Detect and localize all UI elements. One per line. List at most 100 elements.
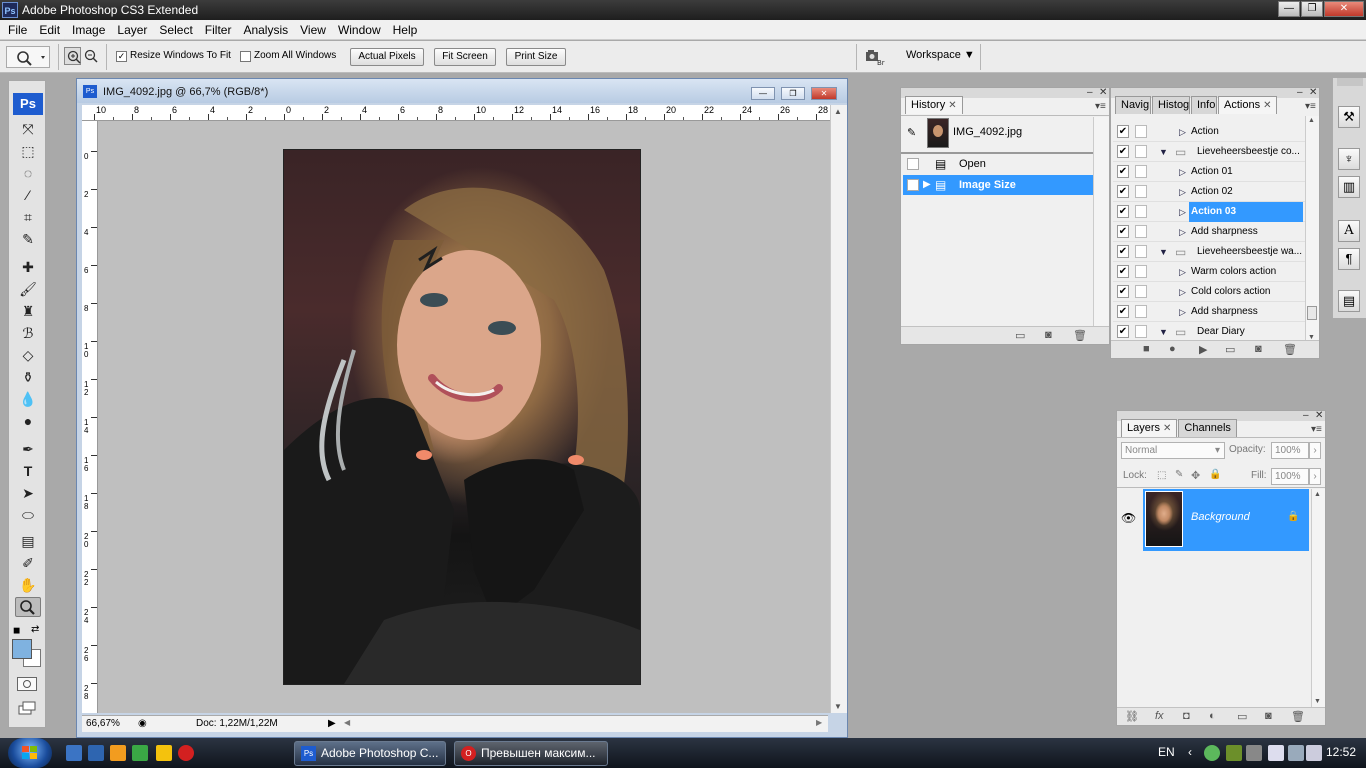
- brushes-icon[interactable]: ♆: [1338, 148, 1360, 170]
- slice-tool-icon[interactable]: ✎: [15, 229, 41, 249]
- history-slider-icon[interactable]: ▶: [923, 175, 931, 195]
- toggle-item-checkbox[interactable]: ✔: [1117, 245, 1129, 258]
- delete-action-icon[interactable]: 🗑: [1283, 343, 1297, 356]
- eyedropper-icon[interactable]: ✐: [15, 553, 41, 573]
- link-layers-icon[interactable]: ⛓: [1125, 710, 1139, 723]
- opacity-slider-arrow[interactable]: ›: [1309, 442, 1321, 459]
- taskbar-photoshop[interactable]: Ps Adobe Photoshop C...: [294, 741, 446, 766]
- delete-state-icon[interactable]: 🗑: [1073, 329, 1087, 342]
- toggle-dialog-checkbox[interactable]: [1135, 225, 1147, 238]
- marquee-tool-icon[interactable]: ⬚: [15, 141, 41, 161]
- tab-info[interactable]: Info: [1191, 96, 1217, 114]
- resize-windows-checkbox[interactable]: ✓: [116, 51, 127, 62]
- layer-mask-icon[interactable]: ◘: [1183, 710, 1190, 722]
- toggle-dialog-checkbox[interactable]: [1135, 245, 1147, 258]
- status-info-icon[interactable]: ◉: [138, 718, 147, 729]
- show-desktop-icon[interactable]: [66, 745, 82, 761]
- tab-layers[interactable]: Layers ✕: [1121, 419, 1178, 437]
- history-panel-close[interactable]: ✕: [1099, 87, 1107, 98]
- zoom-tool-icon[interactable]: [15, 597, 41, 617]
- quick-mask-icon[interactable]: [17, 677, 37, 691]
- clock-app-icon[interactable]: [156, 745, 172, 761]
- type-tool-icon[interactable]: T: [15, 461, 41, 481]
- new-group-icon[interactable]: ▭: [1237, 710, 1247, 723]
- actions-scrollbar[interactable]: ▲ ▼: [1305, 116, 1319, 342]
- action-row[interactable]: ✔ ▷ Warm colors action: [1113, 262, 1305, 282]
- close-tab-icon[interactable]: ✕: [1263, 100, 1271, 111]
- media-player-icon[interactable]: [110, 745, 126, 761]
- paint-bucket-icon[interactable]: ⚱: [15, 367, 41, 387]
- layer-comps-icon[interactable]: ▤: [1338, 290, 1360, 312]
- hand-tool-icon[interactable]: ✋: [15, 575, 41, 595]
- snapshot-brush-icon[interactable]: ✎: [907, 126, 916, 139]
- foreground-color-swatch[interactable]: [12, 639, 32, 659]
- toggle-item-checkbox[interactable]: ✔: [1117, 305, 1129, 318]
- action-set-row[interactable]: ✔ ▭ ▼ Dear Diary: [1113, 322, 1305, 342]
- layer-background[interactable]: Background 🔒: [1143, 489, 1309, 551]
- pen-tool-icon[interactable]: ✒: [15, 439, 41, 459]
- menu-file[interactable]: File: [2, 20, 33, 40]
- tab-histogram[interactable]: Histog: [1152, 96, 1190, 114]
- close-tab-icon[interactable]: ✕: [1163, 423, 1171, 434]
- vertical-ruler[interactable]: 0 2 4 6 8 1 0 1 2 1 4 1 6 1 8 2 0 2 2 2 4 2 6 2 8: [82, 121, 98, 713]
- layer-lock-icon[interactable]: 🔒: [1287, 511, 1299, 522]
- lock-position-icon[interactable]: ✥: [1191, 469, 1200, 482]
- zoom-out-button[interactable]: [82, 47, 99, 65]
- close-button[interactable]: ✕: [1324, 1, 1364, 17]
- action-row[interactable]: ✔ ▷ Action 03: [1113, 202, 1305, 222]
- menu-window[interactable]: Window: [332, 20, 387, 40]
- character-icon[interactable]: A: [1338, 220, 1360, 242]
- toggle-dialog-checkbox[interactable]: [1135, 125, 1147, 138]
- blend-mode-select[interactable]: Normal ▾: [1121, 442, 1225, 459]
- language-indicator[interactable]: EN: [1158, 745, 1175, 759]
- new-action-icon[interactable]: ◙: [1255, 343, 1262, 355]
- layers-scrollbar[interactable]: ▲ ▼: [1311, 489, 1325, 707]
- expand-action-icon[interactable]: ▷: [1179, 302, 1186, 322]
- tab-channels[interactable]: Channels: [1178, 419, 1237, 437]
- expand-action-icon[interactable]: ▷: [1179, 222, 1186, 242]
- notes-tool-icon[interactable]: ▤: [15, 531, 41, 551]
- brush-tool-icon[interactable]: 🖌: [15, 279, 41, 299]
- toggle-dialog-checkbox[interactable]: [1135, 265, 1147, 278]
- vertical-scrollbar[interactable]: ▲ ▼: [830, 105, 847, 713]
- toggle-item-checkbox[interactable]: ✔: [1117, 125, 1129, 138]
- fill-field[interactable]: 100%: [1271, 468, 1309, 485]
- document-title-bar[interactable]: Ps IMG_4092.jpg @ 66,7% (RGB/8*) — ❐ ✕: [77, 79, 847, 103]
- history-brush-source[interactable]: [907, 179, 919, 191]
- toggle-item-checkbox[interactable]: ✔: [1117, 225, 1129, 238]
- menu-image[interactable]: Image: [66, 20, 111, 40]
- toggle-item-checkbox[interactable]: ✔: [1117, 265, 1129, 278]
- toggle-item-checkbox[interactable]: ✔: [1117, 185, 1129, 198]
- history-brush-icon[interactable]: ℬ: [15, 323, 41, 343]
- menu-analysis[interactable]: Analysis: [237, 20, 294, 40]
- safely-remove-icon[interactable]: [1268, 745, 1284, 761]
- print-size-button[interactable]: Print Size: [506, 48, 566, 66]
- document-minimize-button[interactable]: —: [751, 87, 775, 100]
- network-icon[interactable]: [1288, 745, 1304, 761]
- menu-select[interactable]: Select: [153, 20, 198, 40]
- expand-action-icon[interactable]: ▷: [1179, 202, 1186, 222]
- start-button[interactable]: [8, 738, 52, 768]
- tab-history[interactable]: History ✕: [905, 96, 963, 114]
- expand-action-icon[interactable]: ▷: [1179, 262, 1186, 282]
- tray-app-icon[interactable]: [1246, 745, 1262, 761]
- toggle-item-checkbox[interactable]: ✔: [1117, 205, 1129, 218]
- actions-panel-close[interactable]: ✕: [1309, 87, 1317, 98]
- document-close-button[interactable]: ✕: [811, 87, 837, 100]
- layer-style-icon[interactable]: fx: [1155, 710, 1164, 722]
- minimize-button[interactable]: —: [1278, 1, 1300, 17]
- toggle-item-checkbox[interactable]: ✔: [1117, 325, 1129, 338]
- actual-pixels-button[interactable]: Actual Pixels: [350, 48, 424, 66]
- toggle-dialog-checkbox[interactable]: [1135, 325, 1147, 338]
- menu-help[interactable]: Help: [387, 20, 424, 40]
- layers-panel-minimize[interactable]: ‒: [1303, 410, 1309, 421]
- toggle-item-checkbox[interactable]: ✔: [1117, 285, 1129, 298]
- lock-transparent-icon[interactable]: ⬚: [1157, 470, 1166, 481]
- layers-panel-close[interactable]: ✕: [1315, 410, 1323, 421]
- paragraph-icon[interactable]: ¶: [1338, 248, 1360, 270]
- toggle-dialog-checkbox[interactable]: [1135, 165, 1147, 178]
- menu-edit[interactable]: Edit: [33, 20, 66, 40]
- lock-all-icon[interactable]: 🔒: [1209, 469, 1221, 480]
- action-row[interactable]: ✔ ▷ Add sharpness: [1113, 302, 1305, 322]
- new-document-from-state-icon[interactable]: ▭: [1015, 329, 1025, 342]
